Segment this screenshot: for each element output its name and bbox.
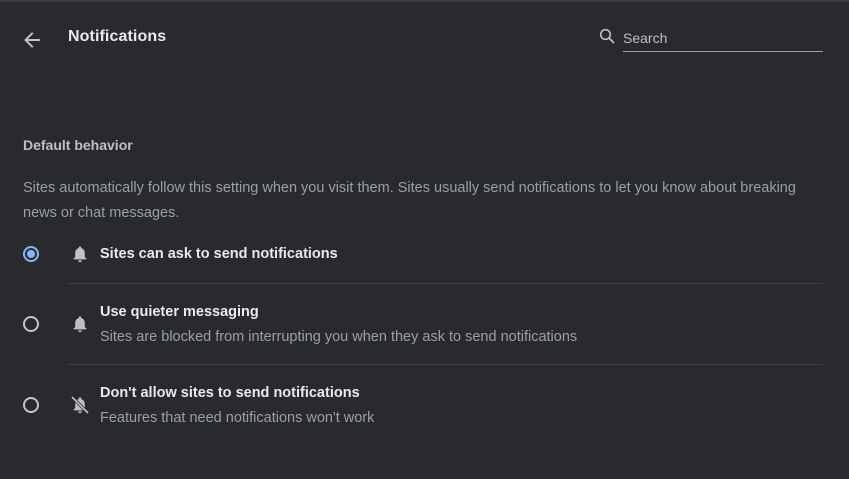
back-arrow-icon — [24, 32, 40, 48]
option-sublabel: Features that need notifications won't w… — [100, 410, 375, 426]
page-title: Notifications — [68, 28, 167, 45]
bell-off-icon — [71, 396, 89, 414]
section-heading: Default behavior — [23, 137, 133, 153]
option-sublabel: Sites are blocked from interrupting you … — [100, 329, 578, 345]
bell-icon — [73, 246, 87, 263]
option-sites-can-ask[interactable]: Sites can ask to send notifications — [0, 240, 849, 284]
option-label: Don't allow sites to send notifications — [100, 385, 360, 401]
option-dont-allow[interactable]: Don't allow sites to send notifications … — [0, 379, 849, 439]
divider — [68, 283, 823, 284]
section-description: Sites automatically follow this setting … — [23, 180, 796, 221]
radio-quieter-messaging[interactable] — [23, 316, 39, 332]
option-label: Sites can ask to send notifications — [100, 246, 338, 262]
option-quieter-messaging[interactable]: Use quieter messaging Sites are blocked … — [0, 298, 849, 358]
search-box[interactable] — [597, 22, 823, 54]
search-icon — [599, 28, 615, 44]
back-button[interactable] — [16, 24, 48, 56]
radio-dont-allow[interactable] — [23, 397, 39, 413]
option-label: Use quieter messaging — [100, 304, 259, 320]
page-header: Notifications — [0, 2, 849, 72]
radio-sites-can-ask[interactable] — [23, 246, 39, 262]
notifications-settings-page: Notifications Default behavior Sites aut… — [0, 0, 849, 479]
divider — [68, 364, 823, 365]
search-input[interactable] — [623, 24, 823, 52]
bell-icon — [73, 316, 87, 333]
